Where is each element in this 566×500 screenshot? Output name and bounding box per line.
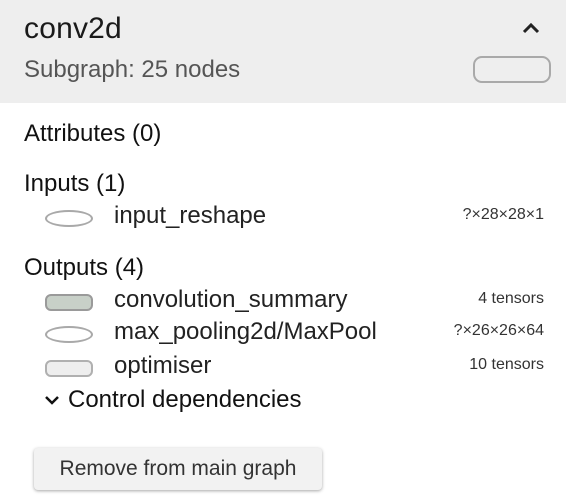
output-row[interactable]: max_pooling2d/MaxPool ?×26×26×64 <box>0 318 566 350</box>
output-shape: 4 tensors <box>478 290 544 307</box>
collapse-button[interactable] <box>516 14 546 42</box>
node-shape-icon <box>473 56 551 83</box>
output-name[interactable]: optimiser <box>114 352 211 380</box>
node-title: conv2d <box>24 12 122 45</box>
input-row[interactable]: input_reshape ?×28×28×1 <box>0 202 566 234</box>
op-node-ellipse-icon <box>45 210 93 227</box>
remove-from-main-graph-button[interactable]: Remove from main graph <box>34 448 322 490</box>
op-node-ellipse-icon <box>45 326 93 343</box>
control-dependencies-toggle[interactable]: Control dependencies <box>44 386 302 414</box>
control-dependencies-label: Control dependencies <box>68 386 302 413</box>
node-info-header: conv2d Subgraph: 25 nodes <box>0 0 566 103</box>
output-shape: 10 tensors <box>469 356 544 373</box>
attributes-heading: Attributes (0) <box>24 120 162 147</box>
input-name[interactable]: input_reshape <box>114 202 266 230</box>
inputs-heading: Inputs (1) <box>24 170 126 197</box>
node-subtitle: Subgraph: 25 nodes <box>24 56 241 83</box>
subgraph-node-icon <box>45 360 93 377</box>
output-name[interactable]: max_pooling2d/MaxPool <box>114 318 377 346</box>
input-shape: ?×28×28×1 <box>462 206 544 223</box>
output-name[interactable]: convolution_summary <box>114 286 347 314</box>
chevron-up-icon <box>522 22 540 34</box>
subgraph-node-icon <box>45 294 93 311</box>
output-shape: ?×26×26×64 <box>453 322 544 339</box>
outputs-heading: Outputs (4) <box>24 254 145 281</box>
chevron-down-icon <box>45 396 59 405</box>
output-row[interactable]: optimiser 10 tensors <box>0 352 566 384</box>
output-row[interactable]: convolution_summary 4 tensors <box>0 286 566 318</box>
